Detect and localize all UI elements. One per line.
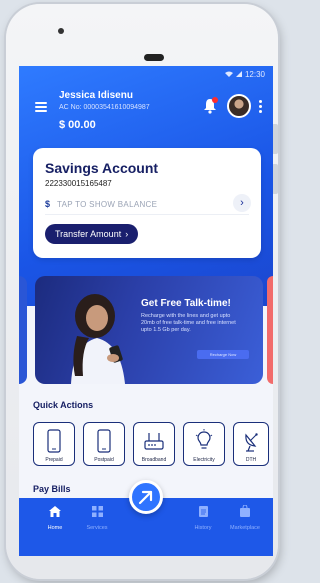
quick-action-postpaid[interactable]: Postpaid bbox=[83, 422, 125, 466]
quick-action-broadband[interactable]: Broadband bbox=[133, 422, 175, 466]
nav-item-home[interactable]: Home bbox=[35, 504, 75, 531]
recharge-now-button[interactable]: Recharge Now bbox=[197, 350, 249, 359]
quick-action-label: Postpaid bbox=[94, 457, 114, 463]
header-balance: $ 00.00 bbox=[59, 119, 96, 131]
chevron-right-icon: › bbox=[125, 229, 129, 239]
front-camera bbox=[58, 28, 64, 34]
currency-symbol: $ bbox=[45, 199, 51, 209]
home-icon bbox=[49, 506, 61, 517]
account-number: AC No: 00003541610094987 bbox=[59, 104, 150, 111]
tap-to-show-balance[interactable]: TAP TO SHOW BALANCE bbox=[57, 200, 157, 209]
nav-label: Home bbox=[47, 525, 63, 531]
satellite-dish-icon bbox=[245, 433, 258, 452]
nav-item-marketplace[interactable]: Marketplace bbox=[225, 504, 265, 531]
divider bbox=[45, 214, 249, 215]
next-banner-peek[interactable] bbox=[267, 276, 273, 384]
phone-icon bbox=[47, 429, 61, 453]
nav-item-history[interactable]: History bbox=[183, 504, 223, 531]
nav-label: History bbox=[194, 525, 212, 531]
user-name: Jessica Idisenu bbox=[59, 90, 133, 101]
transfer-amount-button[interactable]: Transfer Amount › bbox=[45, 224, 139, 244]
account-number-value: 222330015165487 bbox=[45, 179, 112, 188]
more-options-icon[interactable] bbox=[259, 100, 263, 115]
status-bar: 12:30 bbox=[224, 70, 265, 79]
quick-action-label: Electricity bbox=[193, 457, 215, 463]
previous-banner-peek[interactable] bbox=[19, 276, 27, 384]
router-icon bbox=[144, 433, 164, 450]
notification-bell-icon[interactable] bbox=[203, 97, 218, 114]
phone-icon bbox=[97, 429, 111, 453]
chevron-right-icon[interactable]: › bbox=[233, 194, 251, 212]
promo-title: Get Free Talk-time! bbox=[141, 298, 231, 309]
status-time: 12:30 bbox=[244, 70, 265, 79]
shopping-bag-icon bbox=[240, 504, 250, 517]
bulb-icon bbox=[195, 429, 213, 449]
quick-actions-title: Quick Actions bbox=[33, 400, 94, 410]
nav-label: Services bbox=[86, 525, 108, 531]
promo-banner[interactable]: Get Free Talk-time! Recharge with the li… bbox=[35, 276, 263, 384]
quick-action-label: Prepaid bbox=[45, 457, 63, 463]
signal-icon bbox=[235, 70, 242, 79]
pay-bills-title: Pay Bills bbox=[33, 484, 71, 494]
quick-action-dth[interactable]: DTH bbox=[233, 422, 269, 466]
arrow-up-right-icon bbox=[138, 490, 153, 505]
notification-badge bbox=[212, 97, 218, 103]
earpiece-speaker bbox=[144, 54, 164, 61]
wifi-icon bbox=[224, 70, 233, 79]
savings-account-card: Savings Account 222330015165487 $ TAP TO… bbox=[33, 148, 261, 258]
nav-item-services[interactable]: Services bbox=[77, 504, 117, 531]
account-type-title: Savings Account bbox=[45, 160, 159, 176]
send-money-fab[interactable] bbox=[129, 480, 163, 514]
nav-label: Marketplace bbox=[230, 525, 260, 531]
header-panel: 12:30 Jessica Idisenu AC No: 00003541610… bbox=[19, 66, 273, 306]
promo-description: Recharge with the lines and get upto 20m… bbox=[141, 313, 236, 333]
grid-icon bbox=[91, 506, 103, 517]
quick-action-electricity[interactable]: Electricity bbox=[183, 422, 225, 466]
promo-woman-image bbox=[71, 294, 125, 384]
quick-action-label: Broadband bbox=[141, 457, 167, 463]
document-icon bbox=[198, 506, 208, 517]
hamburger-menu-icon[interactable] bbox=[35, 102, 47, 112]
app-screen: 12:30 Jessica Idisenu AC No: 00003541610… bbox=[19, 66, 273, 556]
quick-action-label: DTH bbox=[245, 457, 257, 463]
transfer-amount-label: Transfer Amount bbox=[55, 229, 122, 239]
quick-action-prepaid[interactable]: Prepaid bbox=[33, 422, 75, 466]
avatar[interactable] bbox=[227, 94, 251, 118]
